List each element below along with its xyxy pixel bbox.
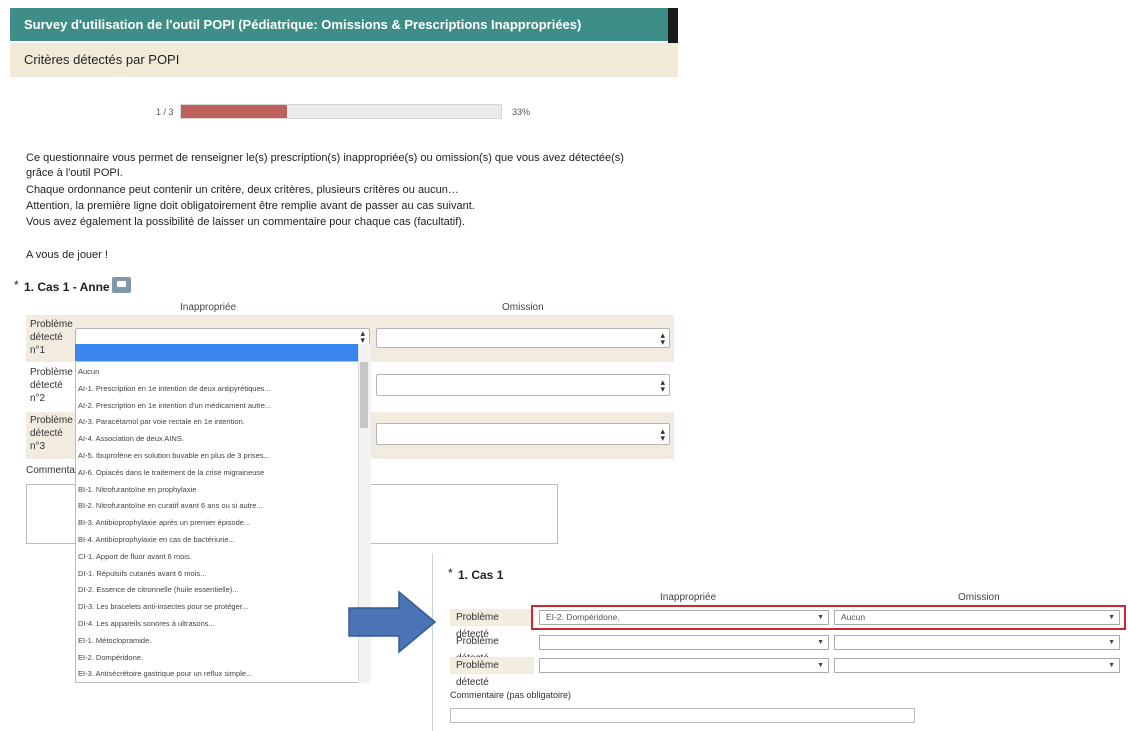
progress-bar: [180, 104, 502, 119]
progress-label: 1 / 3: [156, 107, 174, 117]
comment-label-2: Commentaire (pas obligatoire): [450, 690, 572, 700]
select-p2-inappropriate-3[interactable]: ▼: [539, 658, 829, 673]
select-p2-omission-2[interactable]: ▼: [834, 635, 1120, 650]
intro-line-3: Chaque ordonnance peut contenir un critè…: [26, 184, 459, 196]
dropdown-option[interactable]: AI-6. Opiacés dans le traitement de la c…: [78, 468, 264, 477]
row-label-3: Problème détecté n°3: [30, 415, 73, 452]
dropdown-option[interactable]: AI-4. Association de deux AINS.: [78, 434, 184, 443]
dropdown-option[interactable]: BI-3. Antibioprophylaxie après un premie…: [78, 518, 250, 527]
comment-icon[interactable]: [112, 277, 131, 293]
progress-fill: [181, 105, 287, 118]
select-arrows-icon: ▴ ▾: [360, 328, 365, 345]
row-label-2: Problème détecté n°2: [30, 367, 73, 404]
dropdown-option[interactable]: BI-4. Antibioprophylaxie en cas de bacté…: [78, 535, 235, 544]
chevron-down-icon: ▼: [817, 662, 824, 669]
select-arrows-icon: ▴ ▾: [660, 377, 665, 394]
dropdown-option[interactable]: AI-2. Prescription en 1e intention d'un …: [78, 401, 271, 410]
dropdown-option[interactable]: DI-1. Répulsifs cutanés avant 6 mois...: [78, 569, 206, 578]
dropdown-highlight[interactable]: [75, 344, 358, 361]
comment-input-2[interactable]: [450, 708, 915, 723]
select-omission-2[interactable]: ▴ ▾: [376, 374, 670, 396]
intro-line-1: Ce questionnaire vous permet de renseign…: [26, 152, 624, 164]
column-header-inappropriate: Inappropriée: [180, 302, 237, 313]
row-label-p2-1: Problème détecté: [450, 609, 534, 640]
dropdown-option[interactable]: BI-1. Nitrofurantoïne en prophylaxie: [78, 485, 196, 494]
intro-line-4: Attention, la première ligne doit obliga…: [26, 200, 475, 212]
chevron-down-icon: ▼: [1108, 639, 1115, 646]
row-label-p2-2: Problème détecté: [456, 636, 499, 664]
row-label-1: Problème détecté n°1: [30, 319, 73, 356]
required-star: *: [448, 566, 453, 580]
survey-title-bar: Survey d'utilisation de l'outil POPI (Pé…: [10, 8, 668, 41]
chevron-down-icon: ▼: [1108, 662, 1115, 669]
dropdown-option[interactable]: DI-3. Les bracelets anti-insectes pour s…: [78, 602, 248, 611]
intro-line-2: grâce à l'outil POPI.: [26, 167, 123, 179]
chevron-down-icon: ▼: [817, 639, 824, 646]
dropdown-option[interactable]: EI-1. Métoclopramide.: [78, 636, 151, 645]
dropdown-option[interactable]: EI-2. Dompéridone.: [78, 653, 143, 662]
dropdown-option[interactable]: AI-3. Paracétamol par voie rectale en 1e…: [78, 417, 245, 426]
column-header-omission: Omission: [502, 302, 544, 313]
highlight-box: [531, 605, 1126, 630]
page-title: Critères détectés par POPI: [10, 43, 678, 77]
question-title-2: 1. Cas 1: [458, 568, 504, 582]
arrow-right-icon: [348, 590, 437, 654]
select-arrows-icon: ▴ ▾: [660, 426, 665, 443]
dropdown-option[interactable]: Aucun: [78, 367, 99, 376]
row-label-p2-3: Problème détecté: [450, 657, 534, 688]
question-title: 1. Cas 1 - Anne: [24, 280, 110, 294]
intro-line-6: A vous de jouer !: [26, 249, 108, 261]
column-header-omission-2: Omission: [958, 592, 1000, 603]
dropdown-option[interactable]: EI-3. Antisécrétoire gastrique pour un r…: [78, 669, 252, 678]
select-omission-3[interactable]: ▴ ▾: [376, 423, 670, 445]
required-star: *: [14, 278, 19, 292]
intro-line-5: Vous avez également la possibilité de la…: [26, 216, 466, 228]
column-header-inappropriate-2: Inappropriée: [660, 592, 717, 603]
select-arrows-icon: ▴ ▾: [660, 330, 665, 347]
dropdown-option[interactable]: DI-4. Les appareils sonores à ultrasons.…: [78, 619, 215, 628]
scrollbar-thumb[interactable]: [360, 362, 368, 428]
progress-percent: 33%: [512, 107, 531, 117]
dropdown-option[interactable]: BI-2. Nitrofurantoïne en curatif avant 6…: [78, 501, 263, 510]
select-p2-inappropriate-2[interactable]: ▼: [539, 635, 829, 650]
dropdown-options: Aucun AI-1. Prescription en 1e intention …: [75, 361, 370, 683]
comment-label: Commenta: [26, 465, 75, 476]
dropdown-option[interactable]: CI-1. Apport de fluor avant 6 mois.: [78, 552, 192, 561]
select-omission-1[interactable]: ▴ ▾: [376, 328, 670, 348]
dropdown-option[interactable]: DI-2. Essence de citronnelle (huile esse…: [78, 585, 239, 594]
select-p2-omission-3[interactable]: ▼: [834, 658, 1120, 673]
dropdown-option[interactable]: AI-5. Ibuprofène en solution buvable en …: [78, 451, 270, 460]
dropdown-option[interactable]: AI-1. Prescription en 1e intention de de…: [78, 384, 271, 393]
